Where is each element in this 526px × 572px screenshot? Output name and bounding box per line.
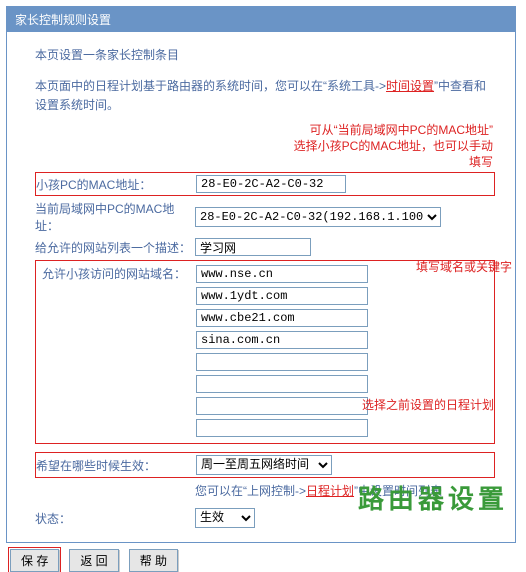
domain-block: 允许小孩访问的网站域名： (35, 260, 495, 444)
intro2-prefix: 本页面中的日程计划基于路由器的系统时间，您可以在“系统工具-> (35, 79, 386, 93)
label-child-mac: 小孩PC的MAC地址： (36, 176, 196, 193)
label-desc: 给允许的网站列表一个描述： (35, 239, 195, 256)
child-mac-input[interactable] (196, 175, 346, 193)
domain-input-4[interactable] (196, 353, 368, 371)
label-status: 状态： (35, 510, 195, 527)
note-mac-hint: 可从“当前局域网中PC的MAC地址” 选择小孩PC的MAC地址，也可以手动 填写 (35, 123, 495, 170)
label-domains: 允许小孩访问的网站域名： (42, 265, 196, 441)
domain-input-list (196, 265, 368, 437)
note-domain-side: 填写域名或关键字 (416, 260, 512, 276)
domain-input-0[interactable] (196, 265, 368, 283)
row-lan-mac: 当前局域网中PC的MAC地址： 28-E0-2C-A2-C0-32(192.16… (35, 200, 495, 234)
label-lan-mac: 当前局域网中PC的MAC地址： (35, 200, 195, 234)
row-desc: 给允许的网站列表一个描述： (35, 238, 495, 256)
domain-input-3[interactable] (196, 331, 368, 349)
back-button[interactable]: 返 回 (69, 549, 118, 572)
lan-mac-select[interactable]: 28-E0-2C-A2-C0-32(192.168.1.100) (195, 207, 441, 227)
brand-text: 路由器设置 (358, 479, 508, 516)
domain-input-1[interactable] (196, 287, 368, 305)
intro-text-2: 本页面中的日程计划基于路由器的系统时间，您可以在“系统工具->时间设置”中查看和… (35, 77, 495, 115)
panel-body: 本页设置一条家长控制条目 本页面中的日程计划基于路由器的系统时间，您可以在“系统… (7, 32, 515, 542)
intro-text-1: 本页设置一条家长控制条目 (35, 46, 495, 63)
domain-input-5[interactable] (196, 375, 368, 393)
panel-title: 家长控制规则设置 (7, 7, 515, 32)
save-button[interactable]: 保 存 (10, 549, 59, 572)
schedule-select[interactable]: 周一至周五网络时间 (196, 455, 332, 475)
schedule-plan-link[interactable]: 日程计划 (306, 484, 354, 498)
label-schedule: 希望在哪些时候生效： (36, 457, 196, 474)
status-select[interactable]: 生效 (195, 508, 255, 528)
domain-input-6[interactable] (196, 397, 368, 415)
domain-input-2[interactable] (196, 309, 368, 327)
desc-input[interactable] (195, 238, 311, 256)
row-child-mac: 小孩PC的MAC地址： (35, 172, 495, 196)
button-row: 保 存 返 回 帮 助 (10, 549, 516, 572)
time-settings-link[interactable]: 时间设置 (386, 79, 434, 93)
note-schedule-side: 选择之前设置的日程计划 (362, 398, 494, 414)
domain-input-7[interactable] (196, 419, 368, 437)
help-button[interactable]: 帮 助 (129, 549, 178, 572)
row-schedule: 希望在哪些时候生效： 周一至周五网络时间 (35, 452, 495, 478)
